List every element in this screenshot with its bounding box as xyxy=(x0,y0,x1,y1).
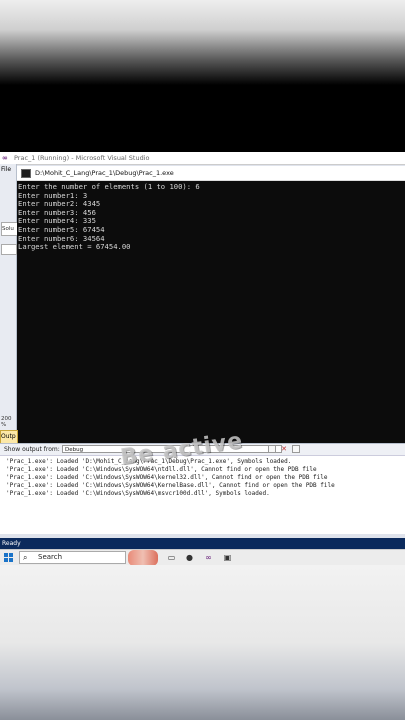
console-icon xyxy=(21,168,31,178)
output-line: 'Prac_1.exe': Loaded 'C:\Windows\SysWOW6… xyxy=(6,474,328,481)
output-text[interactable]: 'Prac_1.exe': Loaded 'D:\Mohit_C_Lang\Pr… xyxy=(6,458,335,498)
console-line: Largest element = 67454.00 xyxy=(18,242,131,252)
bottom-blur-overlay xyxy=(0,565,405,720)
zoom-level[interactable]: 200 % xyxy=(1,416,16,428)
search-icon: ⌕ xyxy=(23,553,28,562)
taskbar-search[interactable]: ⌕ Search xyxy=(19,551,126,564)
chrome-icon[interactable]: ● xyxy=(184,552,195,563)
windows-taskbar: ⌕ Search ▭ ● ∞ ▣ xyxy=(0,549,405,565)
show-output-label: Show output from: xyxy=(4,446,60,453)
console-app-icon[interactable]: ▣ xyxy=(222,552,233,563)
clear-all-icon[interactable]: ✕ xyxy=(280,445,288,453)
solution-explorer-tab[interactable]: Solu xyxy=(1,222,18,236)
windows-start-icon[interactable] xyxy=(4,553,14,563)
vs-logo-icon: ∞ xyxy=(2,154,8,162)
word-wrap-icon[interactable] xyxy=(292,445,300,453)
menu-file[interactable]: File xyxy=(1,166,11,173)
vs-left-dock: File Solu 200 % xyxy=(0,164,18,454)
status-text: Ready xyxy=(2,540,21,547)
output-tab[interactable]: Outp xyxy=(0,430,18,444)
task-view-icon[interactable]: ▭ xyxy=(166,552,177,563)
vs-title-bar: ∞ Prac_1 (Running) - Microsoft Visual St… xyxy=(0,152,405,165)
output-line: 'Prac_1.exe': Loaded 'C:\Windows\SysWOW6… xyxy=(6,490,270,497)
visual-studio-icon[interactable]: ∞ xyxy=(203,552,214,563)
console-path: D:\Mohit_C_Lang\Prac_1\Debug\Prac_1.exe xyxy=(35,169,174,177)
console-window[interactable]: Enter the number of elements (1 to 100):… xyxy=(17,181,405,443)
output-line: 'Prac_1.exe': Loaded 'C:\Windows\SysWOW6… xyxy=(6,466,317,473)
output-line: 'Prac_1.exe': Loaded 'C:\Windows\SysWOW6… xyxy=(6,482,335,489)
console-title-bar: D:\Mohit_C_Lang\Prac_1\Debug\Prac_1.exe xyxy=(17,166,405,181)
vs-window-title: Prac_1 (Running) - Microsoft Visual Stud… xyxy=(14,154,150,162)
status-bar: Ready xyxy=(0,538,405,549)
sticker-overlay xyxy=(128,550,158,565)
find-message-icon[interactable] xyxy=(268,445,276,453)
vs-screen: ∞ Prac_1 (Running) - Microsoft Visual St… xyxy=(0,152,405,565)
top-blur-overlay xyxy=(0,0,405,85)
search-placeholder: Search xyxy=(38,553,63,561)
solution-explorer-field[interactable] xyxy=(1,244,17,255)
